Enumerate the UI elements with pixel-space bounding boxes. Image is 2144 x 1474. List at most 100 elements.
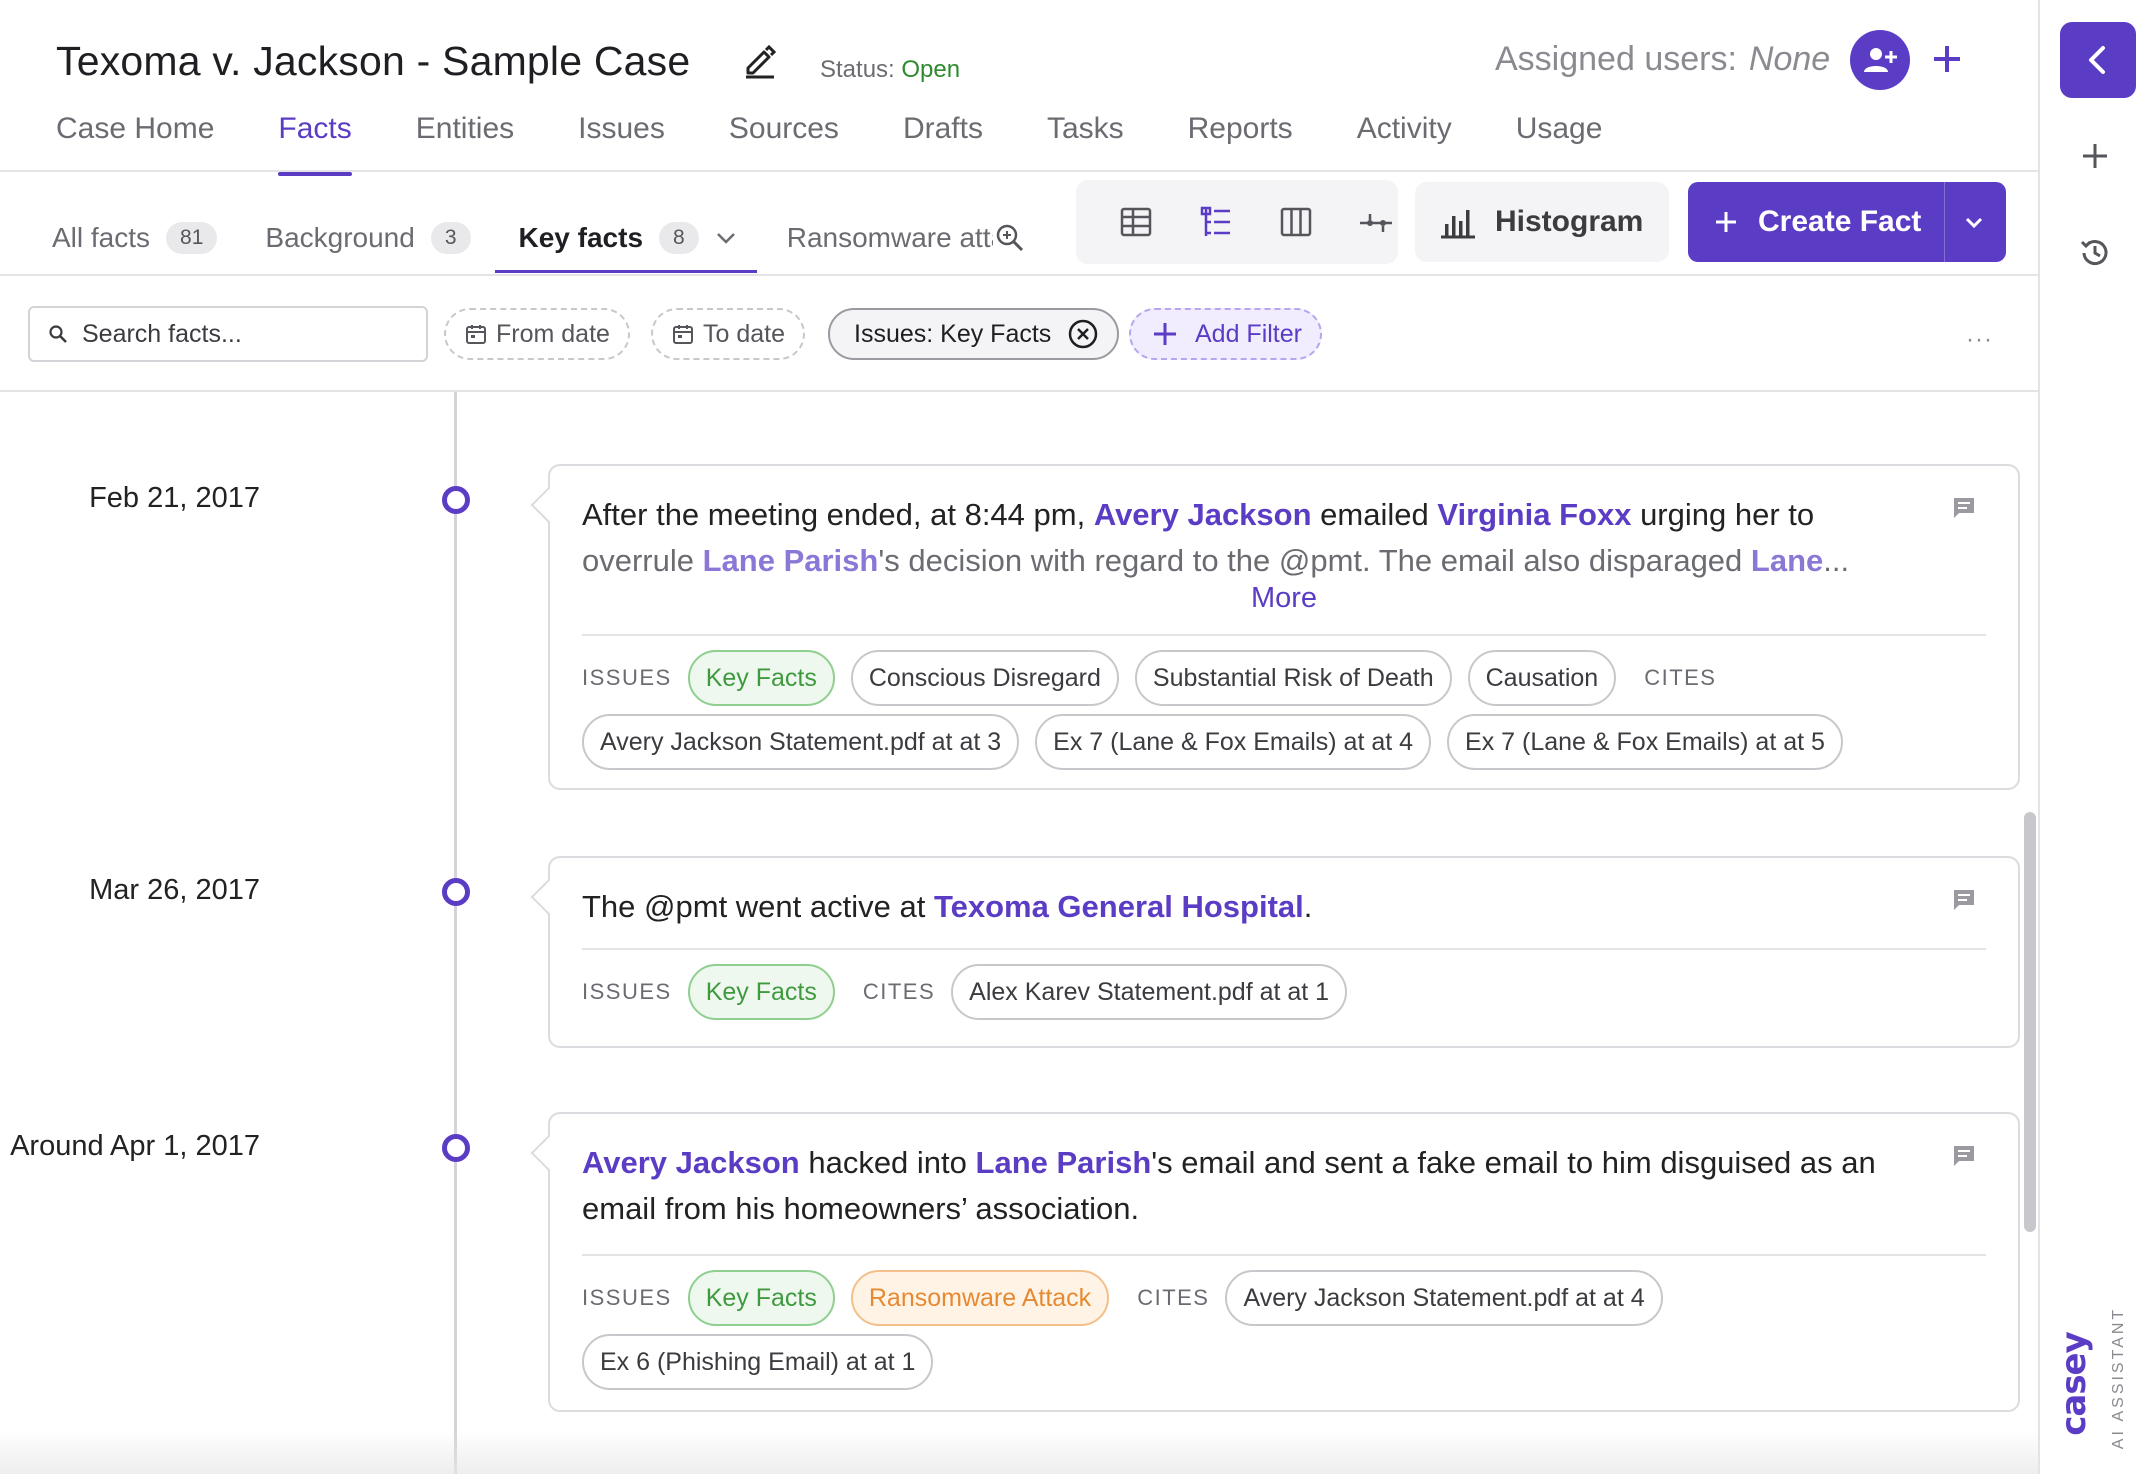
filter-bar: From date To date Issues: Key Facts Add … [0, 274, 2040, 392]
tab-usage[interactable]: Usage [1516, 112, 1603, 172]
tab-case-home[interactable]: Case Home [56, 112, 214, 172]
tab-entities[interactable]: Entities [416, 112, 514, 172]
issue-chip[interactable]: Conscious Disregard [850, 650, 1119, 706]
view-mode-group [1076, 180, 1398, 264]
subtab-background-count: 3 [430, 222, 471, 254]
fact-card[interactable]: Avery Jackson hacked into Lane Parish's … [548, 1112, 2020, 1412]
fact-text-part: overrule [582, 543, 703, 578]
columns-view-icon[interactable] [1276, 202, 1316, 242]
calendar-icon [466, 325, 486, 344]
cite-chip[interactable]: Alex Karev Statement.pdf at at 1 [951, 964, 1348, 1020]
add-user-button[interactable] [1850, 30, 1910, 90]
fact-text-part: The @pmt went active at [582, 889, 934, 924]
fact-text-part: After the meeting ended, at 8:44 pm, [582, 497, 1094, 532]
fact-meta-row: ISSUES Key Facts CITES Alex Karev Statem… [582, 964, 1363, 1020]
entity-link[interactable]: Lane [1751, 543, 1823, 578]
tab-activity[interactable]: Activity [1357, 112, 1452, 172]
remove-filter-icon[interactable] [1067, 318, 1099, 350]
create-fact-button[interactable]: Create Fact [1688, 182, 2006, 262]
entity-link[interactable]: Avery Jackson [1094, 497, 1312, 532]
cite-chip[interactable]: Ex 7 (Lane & Fox Emails) at at 5 [1447, 714, 1843, 770]
assign-plus-icon[interactable] [1926, 38, 1968, 80]
fact-text-part: hacked into [799, 1145, 976, 1180]
active-issue-filter[interactable]: Issues: Key Facts [828, 308, 1120, 360]
fact-card[interactable]: The @pmt went active at Texoma General H… [548, 856, 2020, 1048]
cite-chip[interactable]: Ex 6 (Phishing Email) at at 1 [582, 1334, 934, 1390]
add-filter-label: Add Filter [1195, 319, 1302, 348]
casey-tagline: AI ASSISTANT [2110, 1305, 2127, 1449]
entity-link[interactable]: Lane Parish [976, 1145, 1152, 1180]
add-filter-button[interactable]: Add Filter [1129, 308, 1322, 360]
timeline-dot [442, 486, 470, 514]
cite-chip[interactable]: Avery Jackson Statement.pdf at at 3 [582, 714, 1020, 770]
tab-reports[interactable]: Reports [1188, 112, 1293, 172]
tab-sources[interactable]: Sources [729, 112, 839, 172]
issue-chip[interactable]: Substantial Risk of Death [1134, 650, 1452, 706]
new-chat-plus-icon[interactable] [2077, 138, 2113, 174]
histogram-button[interactable]: Histogram [1415, 182, 1669, 262]
fact-date: Feb 21, 2017 [89, 482, 260, 514]
fact-text-part: urging her to [1631, 497, 1815, 532]
fact-meta-row: ISSUES Key Facts Ransomware Attack CITES… [582, 1270, 1679, 1326]
subtab-key-facts-count: 8 [659, 222, 699, 254]
entity-link[interactable]: Texoma General Hospital [934, 889, 1304, 924]
chevron-down-icon[interactable] [713, 225, 739, 251]
search-facts-input[interactable] [82, 319, 402, 349]
fact-subtabs: All facts 81 Background 3 Key facts 8 Ra… [52, 206, 1041, 274]
timeline-list-view-icon[interactable] [1196, 202, 1236, 242]
cite-chip[interactable]: Avery Jackson Statement.pdf at at 4 [1225, 1270, 1663, 1326]
issue-chip[interactable]: Key Facts [687, 650, 835, 706]
assistant-rail [2038, 0, 2144, 1474]
collapse-panel-button[interactable] [2060, 22, 2136, 98]
comment-icon[interactable] [1950, 494, 1978, 522]
search-facts-box[interactable] [28, 306, 428, 362]
chevron-left-icon [2089, 46, 2105, 74]
show-more-link[interactable]: More [550, 582, 2018, 615]
assigned-users-value: None [1748, 40, 1831, 78]
cites-label: CITES [1137, 1285, 1210, 1310]
comment-icon[interactable] [1950, 886, 1978, 914]
tab-drafts[interactable]: Drafts [903, 112, 983, 172]
issue-chip[interactable]: Key Facts [687, 964, 835, 1020]
subtab-key-facts[interactable]: Key facts 8 [494, 206, 757, 273]
tab-tasks[interactable]: Tasks [1047, 112, 1124, 172]
comment-icon[interactable] [1950, 1142, 1978, 1170]
card-separator [582, 634, 1986, 636]
more-options-icon[interactable]: ··· [1966, 326, 1993, 354]
entity-link[interactable]: Virginia Foxx [1437, 497, 1631, 532]
table-view-icon[interactable] [1116, 202, 1156, 242]
subtab-ransomware-attack[interactable]: Ransomware attack [787, 206, 993, 270]
chevron-down-icon[interactable] [1960, 209, 1988, 237]
from-date-label: From date [496, 319, 610, 348]
tab-issues[interactable]: Issues [578, 112, 665, 172]
fact-text-part: email from his homeowners’ association. [582, 1191, 1140, 1226]
tab-facts[interactable]: Facts [278, 112, 353, 176]
search-tabs-icon[interactable] [994, 222, 1026, 254]
history-icon[interactable] [2076, 234, 2114, 272]
subtab-background[interactable]: Background 3 [265, 206, 471, 270]
to-date-filter[interactable]: To date [651, 308, 806, 360]
issues-label: ISSUES [582, 665, 672, 690]
from-date-filter[interactable]: From date [444, 308, 630, 360]
assigned-users: Assigned users: None [1495, 40, 1830, 79]
entity-link[interactable]: Lane Parish [703, 543, 879, 578]
to-date-label: To date [703, 319, 786, 348]
cite-chip[interactable]: Ex 7 (Lane & Fox Emails) at at 4 [1035, 714, 1432, 770]
plus-icon [1154, 323, 1176, 345]
edit-pencil-icon[interactable] [740, 40, 780, 80]
issue-chip[interactable]: Ransomware Attack [850, 1270, 1110, 1326]
histogram-label: Histogram [1495, 205, 1644, 238]
issue-chip[interactable]: Causation [1467, 650, 1617, 706]
button-divider [1944, 182, 1945, 262]
fact-card[interactable]: After the meeting ended, at 8:44 pm, Ave… [548, 464, 2020, 790]
horizontal-timeline-view-icon[interactable] [1356, 202, 1396, 242]
casey-tagline-text: AI ASSISTANT [2110, 1306, 2128, 1450]
timeline-scrollbar[interactable] [2024, 812, 2036, 1232]
status-label: Status: [820, 56, 895, 83]
timeline-dot [442, 878, 470, 906]
issue-chip[interactable]: Key Facts [687, 1270, 835, 1326]
card-separator [582, 948, 1986, 950]
entity-link[interactable]: Avery Jackson [582, 1145, 800, 1180]
create-fact-label: Create Fact [1758, 205, 1922, 238]
subtab-all-facts[interactable]: All facts 81 [52, 206, 218, 270]
